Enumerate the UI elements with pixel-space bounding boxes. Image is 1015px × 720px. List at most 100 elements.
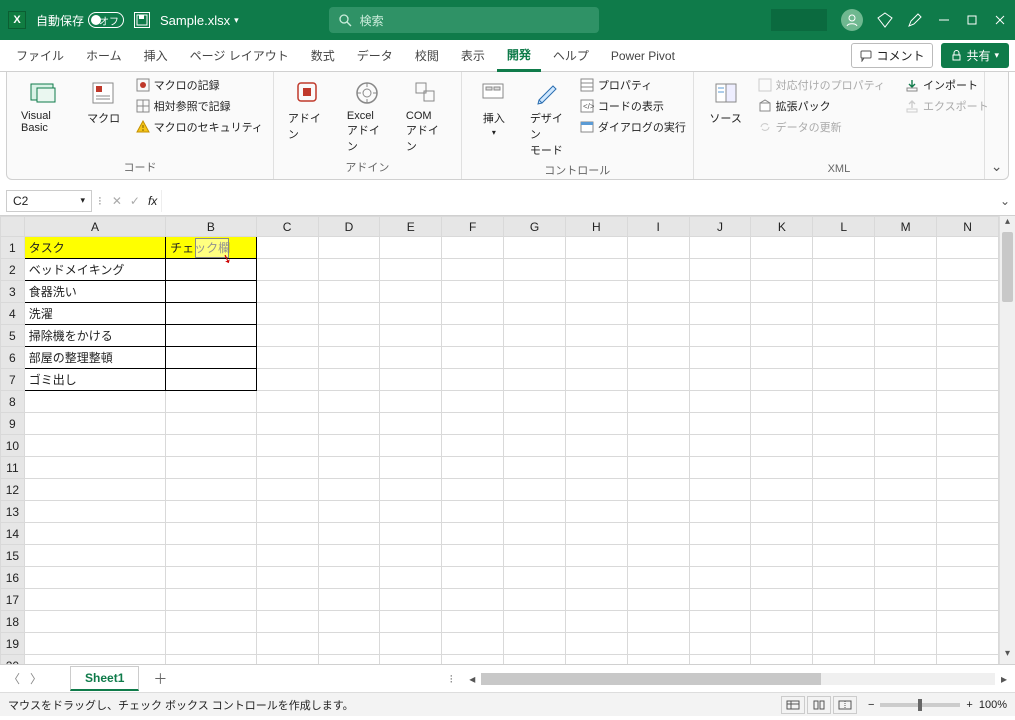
row-header-7[interactable]: 7 <box>1 369 25 391</box>
insert-control-button[interactable]: 挿入 ▾ <box>470 76 518 139</box>
row-header-2[interactable]: 2 <box>1 259 25 281</box>
cell[interactable] <box>937 567 999 589</box>
cell[interactable] <box>256 501 318 523</box>
record-macro-button[interactable]: マクロの記録 <box>134 76 265 94</box>
cell[interactable] <box>627 567 689 589</box>
cell[interactable] <box>813 545 875 567</box>
account-avatar[interactable] <box>841 9 863 31</box>
cell[interactable] <box>166 413 256 435</box>
cell[interactable] <box>565 589 627 611</box>
cell[interactable] <box>380 611 442 633</box>
cell[interactable] <box>318 391 380 413</box>
col-header-H[interactable]: H <box>565 217 627 237</box>
cell[interactable] <box>565 237 627 259</box>
cell[interactable] <box>751 391 813 413</box>
cell[interactable] <box>24 545 165 567</box>
cell[interactable] <box>380 369 442 391</box>
cell[interactable] <box>937 457 999 479</box>
cell[interactable]: 部屋の整理整頓 <box>24 347 165 369</box>
cell[interactable] <box>875 611 937 633</box>
cell[interactable] <box>504 369 566 391</box>
cell[interactable] <box>504 611 566 633</box>
cell[interactable]: ゴミ出し <box>24 369 165 391</box>
cell[interactable] <box>627 457 689 479</box>
cell[interactable] <box>318 325 380 347</box>
cell[interactable] <box>166 347 256 369</box>
cell[interactable] <box>318 633 380 655</box>
cell[interactable] <box>937 237 999 259</box>
macros-button[interactable]: マクロ <box>80 76 128 128</box>
scroll-left-button[interactable]: ◂ <box>465 672 479 686</box>
cell[interactable] <box>380 237 442 259</box>
cell[interactable] <box>166 611 256 633</box>
cell[interactable] <box>937 369 999 391</box>
cell[interactable] <box>380 655 442 665</box>
select-all-corner[interactable] <box>1 217 25 237</box>
tab-formulas[interactable]: 数式 <box>301 41 345 70</box>
cell[interactable] <box>256 303 318 325</box>
tab-file[interactable]: ファイル <box>6 41 74 70</box>
cell[interactable]: チェック欄 <box>166 237 256 259</box>
cell[interactable] <box>318 545 380 567</box>
cell[interactable] <box>751 501 813 523</box>
cell[interactable] <box>627 479 689 501</box>
cell[interactable] <box>256 633 318 655</box>
properties-button[interactable]: プロパティ <box>578 76 688 94</box>
cell[interactable] <box>875 567 937 589</box>
cell[interactable] <box>689 413 751 435</box>
cell[interactable] <box>565 259 627 281</box>
tab-insert[interactable]: 挿入 <box>134 41 178 70</box>
zoom-slider[interactable] <box>880 703 960 707</box>
cell[interactable] <box>504 589 566 611</box>
row-header-3[interactable]: 3 <box>1 281 25 303</box>
design-mode-button[interactable]: デザイン モード <box>524 76 572 160</box>
zoom-out-button[interactable]: − <box>868 699 874 711</box>
row-header-19[interactable]: 19 <box>1 633 25 655</box>
cell[interactable] <box>442 611 504 633</box>
cell[interactable] <box>166 325 256 347</box>
cell[interactable] <box>875 655 937 665</box>
cell[interactable] <box>504 347 566 369</box>
cell[interactable] <box>442 281 504 303</box>
cell[interactable] <box>504 259 566 281</box>
cell[interactable] <box>380 391 442 413</box>
cell[interactable] <box>565 611 627 633</box>
cell[interactable] <box>813 523 875 545</box>
col-header-C[interactable]: C <box>256 217 318 237</box>
cell[interactable] <box>565 479 627 501</box>
scroll-down-button[interactable]: ▾ <box>1000 648 1015 664</box>
cell[interactable] <box>689 347 751 369</box>
cell[interactable] <box>24 391 165 413</box>
row-header-9[interactable]: 9 <box>1 413 25 435</box>
cell[interactable] <box>565 347 627 369</box>
cell[interactable] <box>166 457 256 479</box>
cell[interactable] <box>504 303 566 325</box>
cell[interactable] <box>627 655 689 665</box>
cell[interactable] <box>504 479 566 501</box>
cell[interactable] <box>256 611 318 633</box>
cell[interactable] <box>751 457 813 479</box>
cell[interactable] <box>751 655 813 665</box>
cell[interactable] <box>256 435 318 457</box>
cell[interactable] <box>751 611 813 633</box>
cell[interactable] <box>813 655 875 665</box>
cell[interactable] <box>813 589 875 611</box>
cell[interactable] <box>689 567 751 589</box>
cell[interactable] <box>937 435 999 457</box>
vertical-scrollbar[interactable]: ▴ ▾ <box>999 216 1015 664</box>
cell[interactable] <box>504 281 566 303</box>
zoom-level[interactable]: 100% <box>979 699 1007 711</box>
tab-view[interactable]: 表示 <box>451 41 495 70</box>
cell[interactable] <box>565 457 627 479</box>
sheet-tab-sheet1[interactable]: Sheet1 <box>70 666 139 691</box>
cell[interactable] <box>166 479 256 501</box>
cell[interactable] <box>937 655 999 665</box>
sheet-options-button[interactable]: ⁝ <box>441 672 461 686</box>
cell[interactable] <box>627 545 689 567</box>
import-button[interactable]: インポート <box>903 76 991 94</box>
cell[interactable]: タスク <box>24 237 165 259</box>
filename[interactable]: Sample.xlsx ▾ <box>160 13 239 28</box>
cell[interactable] <box>689 369 751 391</box>
cell[interactable] <box>937 611 999 633</box>
comments-button[interactable]: コメント <box>851 43 933 68</box>
